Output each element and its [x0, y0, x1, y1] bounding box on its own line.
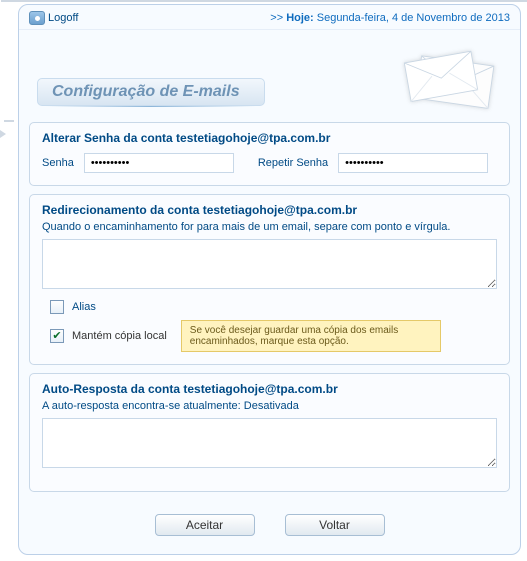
forward-addresses-input[interactable] — [42, 239, 497, 289]
back-button[interactable]: Voltar — [285, 514, 385, 536]
keep-copy-hint: Se você desejar guardar uma cópia dos em… — [181, 320, 441, 352]
alias-label: Alias — [72, 301, 96, 313]
envelope-icon — [390, 40, 520, 114]
topbar: Logoff >> Hoje: Segunda-feira, 4 de Nove… — [19, 5, 520, 30]
autoresponse-heading: Auto-Resposta da conta testetiagohoje@tp… — [42, 382, 497, 396]
password-section: Alterar Senha da conta testetiagohoje@tp… — [29, 122, 510, 186]
repeat-password-label: Repetir Senha — [258, 157, 328, 169]
redirect-instructions: Quando o encaminhamento for para mais de… — [42, 221, 497, 233]
keep-copy-label: Mantém cópia local — [72, 330, 167, 342]
repeat-password-input[interactable] — [338, 153, 488, 173]
alias-checkbox[interactable] — [50, 300, 64, 314]
redirect-section: Redirecionamento da conta testetiagohoje… — [29, 194, 510, 365]
autoresponse-body-input[interactable] — [42, 418, 497, 468]
hero-banner: Configuração de E-mails — [19, 30, 520, 114]
today-date: >> Hoje: Segunda-feira, 4 de Novembro de… — [270, 12, 510, 24]
autoresponse-section: Auto-Resposta da conta testetiagohoje@tp… — [29, 373, 510, 492]
accept-button[interactable]: Aceitar — [155, 514, 255, 536]
logoff-link[interactable]: Logoff — [29, 11, 78, 25]
button-row: Aceitar Voltar — [19, 500, 520, 554]
password-label: Senha — [42, 157, 74, 169]
redirect-heading: Redirecionamento da conta testetiagohoje… — [42, 203, 497, 217]
logoff-label: Logoff — [48, 12, 78, 24]
logoff-icon — [29, 11, 45, 25]
config-panel: Logoff >> Hoje: Segunda-feira, 4 de Nove… — [18, 4, 521, 555]
password-heading: Alterar Senha da conta testetiagohoje@tp… — [42, 131, 497, 145]
keep-copy-checkbox[interactable] — [50, 329, 64, 343]
page-title: Configuração de E-mails — [37, 78, 265, 106]
password-input[interactable] — [84, 153, 234, 173]
autoresponse-status: A auto-resposta encontra-se atualmente: … — [42, 400, 497, 412]
